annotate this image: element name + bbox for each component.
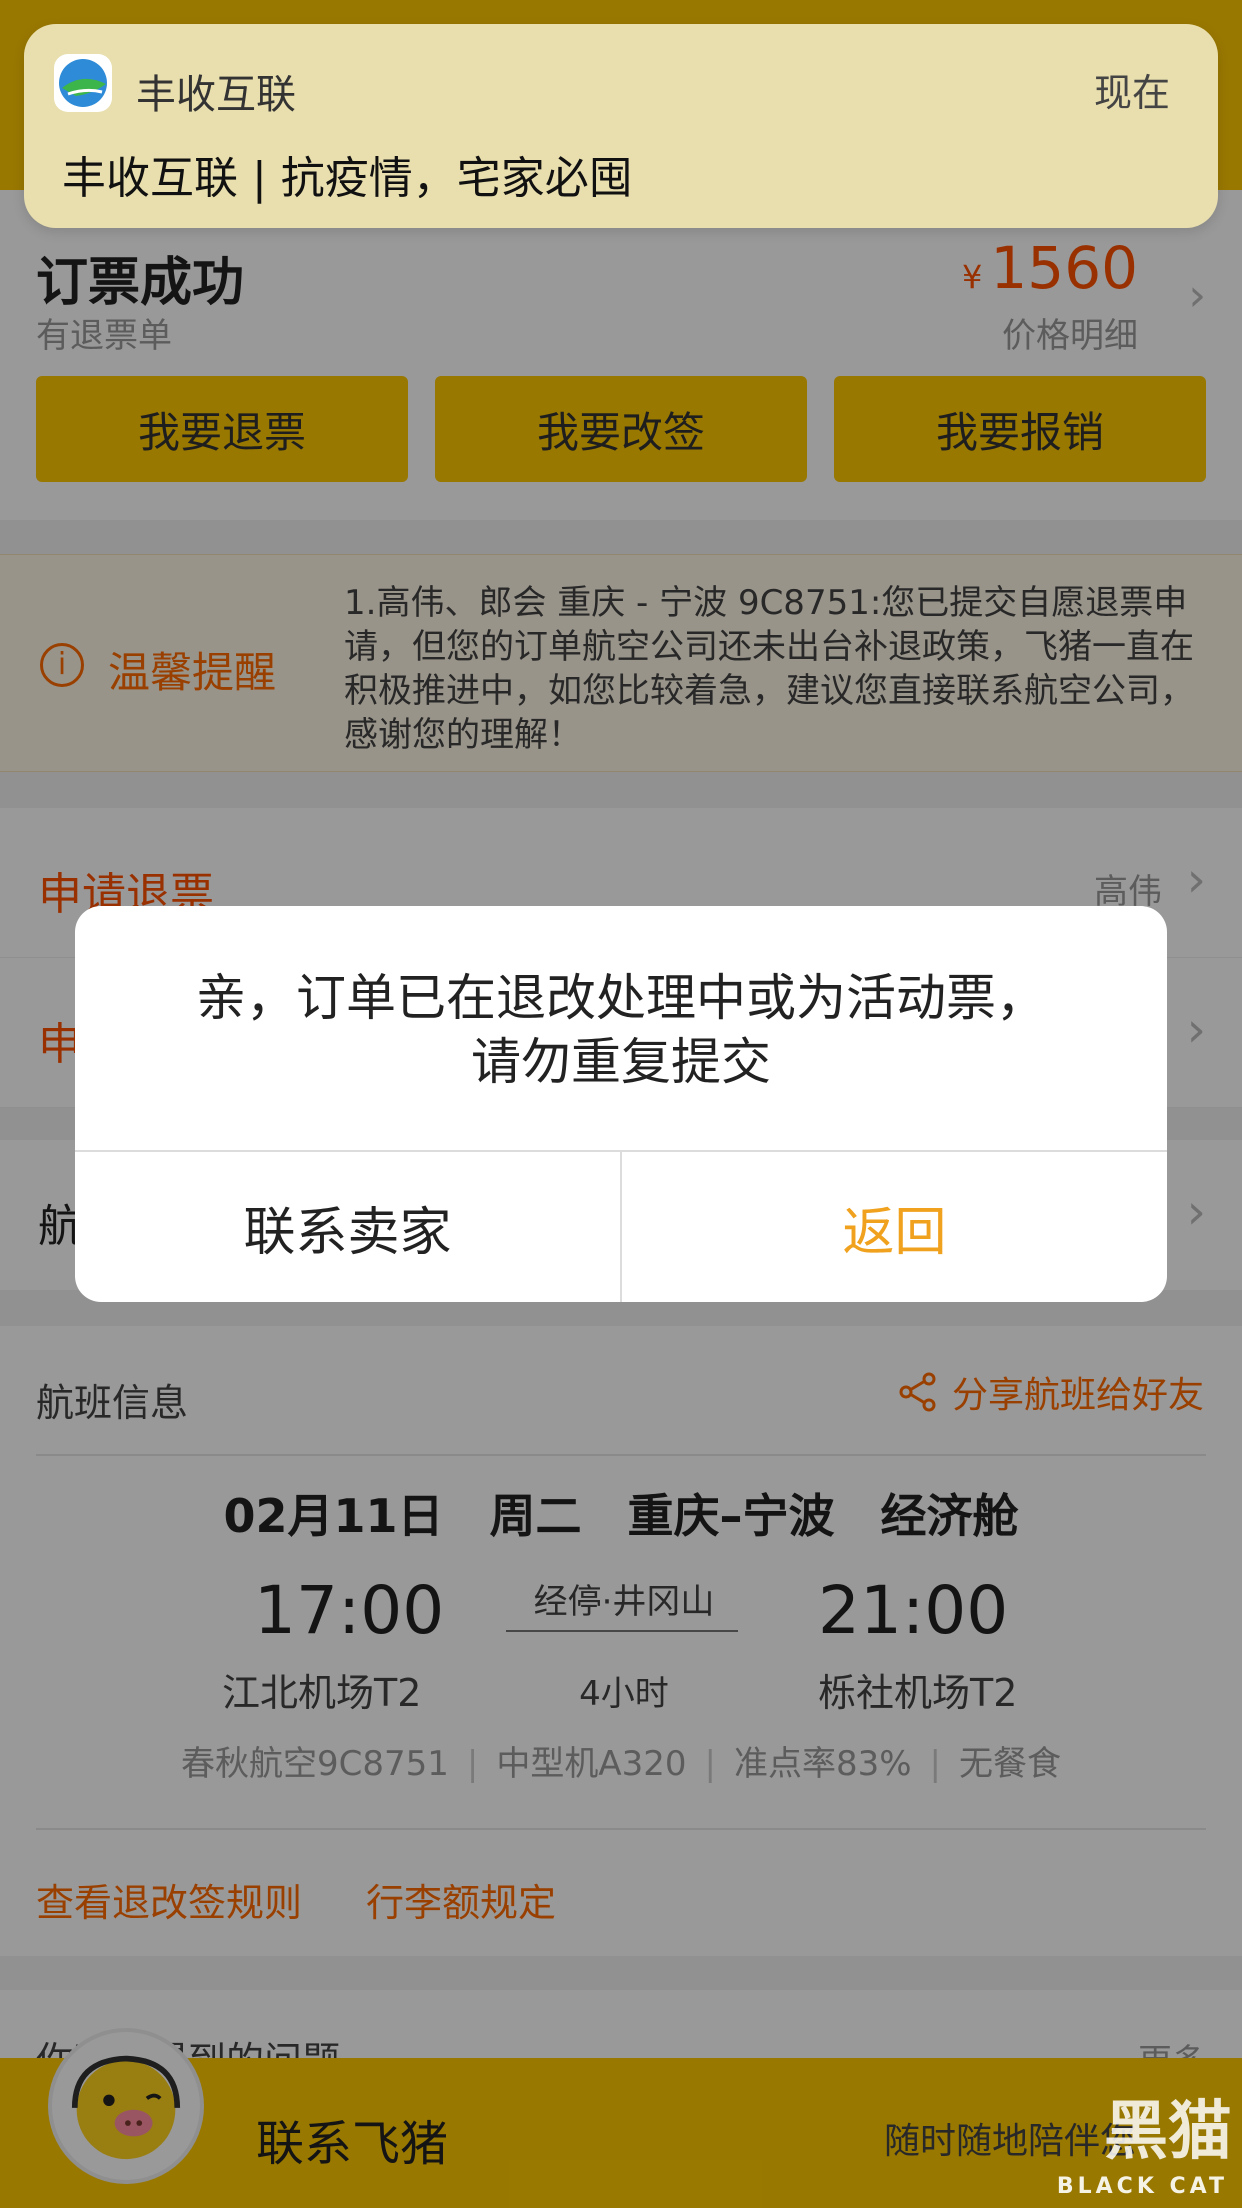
contact-seller-button[interactable]: 联系卖家	[75, 1152, 620, 1302]
push-notification[interactable]: 丰收互联 现在 丰收互联 | 抗疫情，宅家必囤	[24, 24, 1218, 228]
dialog-message-line1: 亲，订单已在退改处理中或为活动票，	[196, 969, 1046, 1027]
notification-body: 丰收互联 | 抗疫情，宅家必囤	[62, 153, 633, 204]
alert-dialog: 亲，订单已在退改处理中或为活动票， 请勿重复提交 联系卖家 返回	[75, 906, 1167, 1302]
dialog-message-line2: 请勿重复提交	[471, 1033, 771, 1091]
notification-time: 现在	[1093, 71, 1170, 115]
app-logo-icon	[54, 54, 112, 112]
notification-app-name: 丰收互联	[136, 72, 296, 118]
watermark-sub: BLACK CAT	[1056, 2174, 1228, 2199]
watermark: 黑猫	[1104, 2095, 1232, 2169]
order-detail-page: 订票成功 有退票单 ¥1560 价格明细 › 我要退票 我要改签 我要报销 i …	[0, 0, 1242, 2208]
dialog-message: 亲，订单已在退改处理中或为活动票， 请勿重复提交	[115, 966, 1127, 1094]
back-button[interactable]: 返回	[622, 1152, 1167, 1302]
